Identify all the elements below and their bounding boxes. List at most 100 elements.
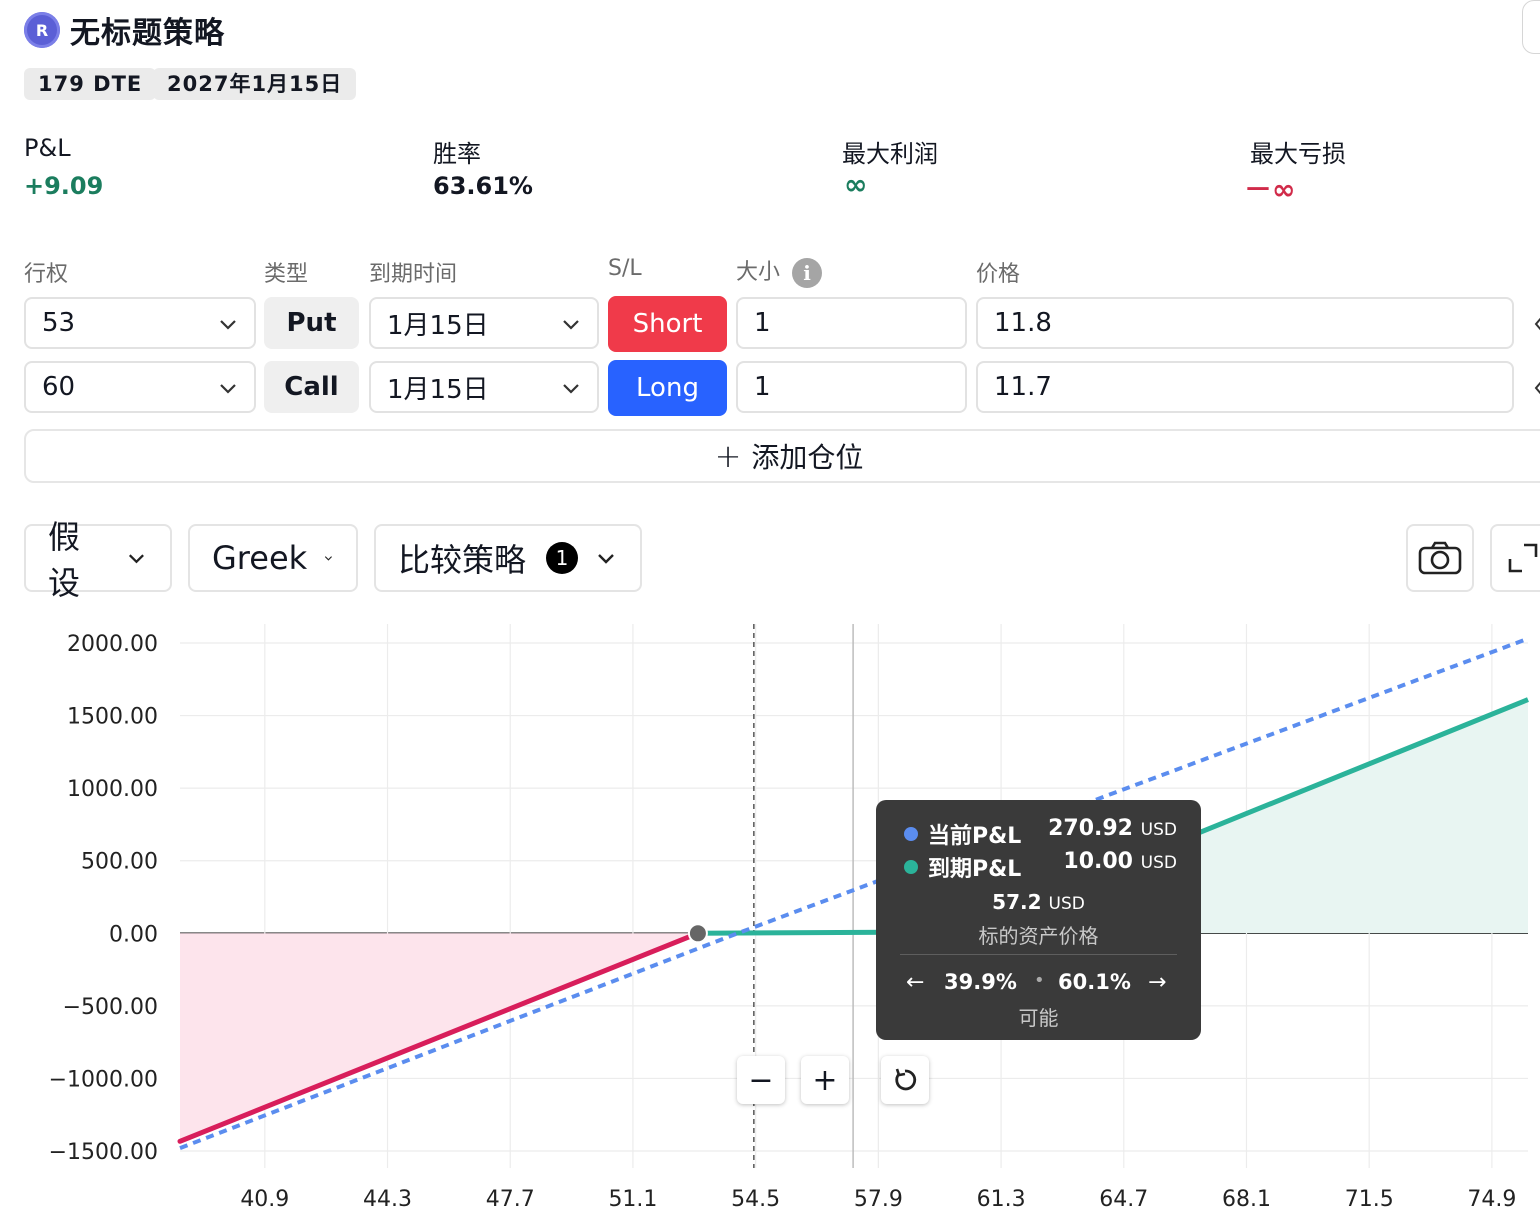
chevron-down-icon	[563, 320, 579, 330]
short-button[interactable]: Short	[608, 296, 727, 352]
size-input[interactable]: 1	[736, 361, 967, 413]
y-tick-label: 2000.00	[67, 632, 158, 657]
x-tick-label: 57.9	[854, 1187, 903, 1212]
win-rate-value: 63.61%	[433, 172, 533, 200]
assume-dropdown[interactable]: 假设	[24, 518, 172, 602]
prob-right: 60.1%	[1058, 970, 1131, 994]
x-axis: 40.9 44.3 47.7 51.1 54.5 57.9 61.3 64.7 68.1 71.5…	[240, 1187, 1516, 1212]
zoom-in-button[interactable]: +	[801, 1056, 849, 1104]
zoom-out-button[interactable]: −	[737, 1056, 785, 1104]
strategy-header: R 无标题策略	[24, 8, 225, 52]
x-tick-label: 61.3	[977, 1187, 1026, 1212]
col-strike: 行权	[24, 262, 69, 287]
y-tick-label: 0.00	[109, 922, 158, 947]
add-position-label: 添加仓位	[751, 441, 864, 474]
screenshot-button[interactable]	[1406, 524, 1474, 592]
expiry-select[interactable]: 1月15日	[369, 361, 599, 413]
expiry-value: 1月15日	[387, 374, 489, 405]
greek-label: Greek	[212, 539, 308, 577]
tooltip-expiry-row: 到期P&L	[904, 851, 1021, 883]
price-input[interactable]: 11.7	[976, 361, 1514, 413]
max-profit-value: ∞	[844, 168, 868, 201]
y-tick-label: 1000.00	[67, 777, 158, 802]
plus-icon: +	[812, 1062, 838, 1098]
col-sl: S/L	[608, 256, 642, 281]
minus-icon: −	[748, 1062, 774, 1098]
x-tick-label: 40.9	[240, 1187, 289, 1212]
x-tick-label: 47.7	[486, 1187, 535, 1212]
col-expiry: 到期时间	[369, 262, 458, 287]
fullscreen-button[interactable]	[1490, 524, 1540, 592]
max-loss-value: －∞	[1244, 173, 1296, 206]
strike-value: 60	[42, 372, 76, 402]
x-tick-label: 44.3	[363, 1187, 412, 1212]
reset-zoom-button[interactable]	[881, 1056, 929, 1104]
strike-select[interactable]: 60	[24, 361, 256, 413]
pnl-chart[interactable]: 2000.001500.001000.00500.000.00−500.00−1…	[0, 610, 1540, 1226]
col-type: 类型	[264, 262, 309, 287]
expiry-select[interactable]: 1月15日	[369, 297, 599, 349]
y-axis: 2000.00 1500.00 1000.00 500.00 0.00 −500.00 −1…	[49, 632, 158, 1165]
max-profit-label: 最大利润	[842, 140, 938, 168]
y-tick-label: 1500.00	[67, 705, 158, 730]
pnl-value: +9.09	[24, 172, 104, 200]
greek-dropdown[interactable]: Greek	[188, 524, 358, 592]
plus-icon: +	[714, 437, 742, 475]
col-size: 大小 i	[736, 254, 823, 288]
chevron-down-icon	[220, 384, 236, 394]
y-tick-label: 500.00	[81, 850, 158, 875]
tooltip-divider	[900, 954, 1177, 955]
chart-fills	[180, 699, 1528, 1142]
arrow-right-icon: →	[1148, 970, 1167, 995]
arrow-left-icon: ←	[906, 970, 925, 995]
long-button[interactable]: Long	[608, 360, 727, 416]
size-value: 1	[754, 372, 771, 402]
dte-badge: 179 DTE	[24, 68, 157, 100]
expiry-value: 10.00 USD	[1063, 849, 1177, 874]
price-input[interactable]: 11.8	[976, 297, 1514, 349]
win-rate-label: 胜率	[433, 140, 481, 168]
info-icon[interactable]: i	[792, 258, 823, 288]
prob-label: 可能	[1018, 1006, 1059, 1030]
x-tick-label: 74.9	[1467, 1187, 1516, 1212]
tooltip-current-row: 当前P&L	[904, 818, 1021, 850]
current-label: 当前P&L	[928, 824, 1022, 849]
type-toggle[interactable]: Put	[264, 297, 359, 349]
chevron-down-icon	[220, 320, 236, 330]
expiry-value: 1月15日	[387, 310, 489, 341]
strategy-title[interactable]: 无标题策略	[70, 8, 225, 52]
chevron-down-icon	[598, 554, 614, 564]
x-tick-label: 68.1	[1222, 1187, 1271, 1212]
compare-count-badge: 1	[546, 542, 578, 574]
max-loss-label: 最大亏损	[1250, 140, 1346, 168]
camera-icon	[1418, 541, 1462, 575]
hover-price-label: 标的资产价格	[978, 924, 1099, 948]
chevron-left-icon[interactable]	[1532, 314, 1540, 334]
side-panel-button[interactable]	[1522, 0, 1540, 54]
chevron-down-icon	[563, 384, 579, 394]
col-size-label: 大小	[736, 260, 781, 285]
expiry-badge: 2027年1月15日	[153, 68, 357, 100]
add-position-button[interactable]: + 添加仓位	[24, 429, 1540, 483]
chevron-left-icon[interactable]	[1532, 378, 1540, 398]
compare-dropdown[interactable]: 比较策略 1	[374, 524, 642, 592]
x-tick-label: 64.7	[1099, 1187, 1148, 1212]
x-tick-label: 51.1	[608, 1187, 657, 1212]
reset-icon	[895, 1068, 917, 1091]
y-tick-label: −1000.00	[49, 1067, 158, 1092]
hover-price: 57.2 USD	[992, 890, 1085, 914]
size-input[interactable]: 1	[736, 297, 967, 349]
current-value: 270.92 USD	[1048, 816, 1177, 841]
y-tick-label: −1500.00	[49, 1140, 158, 1165]
chevron-down-icon	[325, 556, 333, 561]
price-value: 11.7	[994, 372, 1052, 402]
strike-select[interactable]: 53	[24, 297, 256, 349]
x-tick-label: 54.5	[731, 1187, 780, 1212]
breakeven-point	[687, 923, 708, 944]
separator-dot: •	[1034, 970, 1045, 991]
compare-label: 比较策略	[398, 541, 527, 579]
pnl-label: P&L	[24, 134, 71, 162]
type-toggle[interactable]: Call	[264, 361, 359, 413]
expiry-dot-icon	[904, 860, 918, 874]
prob-left: 39.9%	[944, 970, 1017, 994]
